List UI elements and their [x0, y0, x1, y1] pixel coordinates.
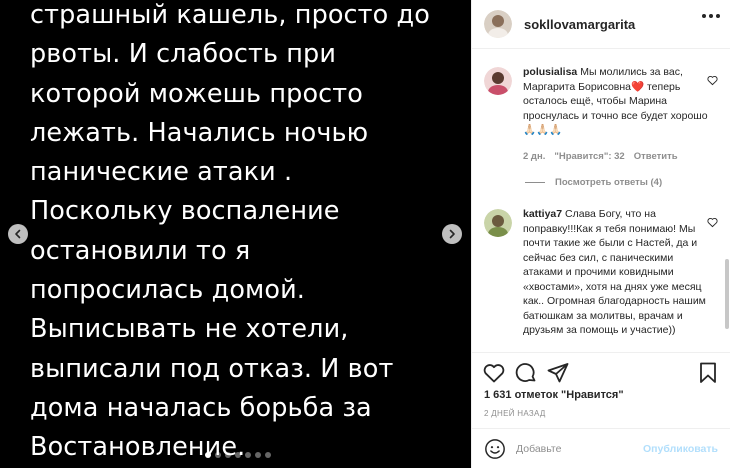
- comment-button[interactable]: [514, 361, 538, 385]
- carousel-dot: [225, 452, 231, 458]
- comment-likes[interactable]: "Нравится": 32: [554, 151, 624, 162]
- chevron-left-icon: [15, 229, 21, 239]
- avatar[interactable]: [484, 10, 512, 38]
- comment-meta: 2 дн. "Нравится": 32 Ответить: [523, 151, 678, 162]
- post-actions: 1 631 отметок "Нравится" 2 ДНЕЙ НАЗАД: [472, 352, 730, 428]
- view-replies-label: Посмотреть ответы (4): [555, 177, 663, 188]
- carousel-next-button[interactable]: [442, 224, 462, 244]
- comment-text: Слава Богу, что на поправку!!!Как я тебя…: [523, 208, 706, 336]
- carousel-dot: [245, 452, 251, 458]
- carousel-indicator: [205, 452, 271, 458]
- add-comment-bar: Опубликовать: [472, 428, 730, 468]
- comment-username[interactable]: polusialisa: [523, 66, 577, 78]
- post-image: страшный кашель, просто до рвоты. И слаб…: [0, 0, 471, 468]
- comment-input[interactable]: [516, 442, 656, 455]
- post-sidebar: sokllovamargarita polusialisa Мы молилис…: [471, 0, 730, 468]
- like-button[interactable]: [482, 361, 506, 385]
- carousel-prev-button[interactable]: [8, 224, 28, 244]
- carousel-dot: [255, 452, 261, 458]
- share-button[interactable]: [546, 361, 570, 385]
- carousel-dot: [235, 452, 241, 458]
- comment-icon: [515, 363, 536, 382]
- avatar[interactable]: [484, 67, 512, 95]
- post-author-username[interactable]: sokllovamargarita: [524, 17, 635, 32]
- post-timestamp: 2 ДНЕЙ НАЗАД: [484, 409, 546, 418]
- heart-icon: [483, 364, 505, 383]
- likes-count[interactable]: 1 631 отметок "Нравится": [484, 389, 624, 401]
- comment-body: polusialisa Мы молились за вас, Маргарит…: [523, 65, 711, 138]
- heart-icon[interactable]: [707, 75, 718, 86]
- post-image-text: страшный кашель, просто до рвоты. И слаб…: [30, 0, 430, 463]
- avatar[interactable]: [484, 209, 512, 237]
- divider: [525, 182, 545, 183]
- scrollbar[interactable]: [725, 259, 729, 329]
- comment: polusialisa Мы молились за вас, Маргарит…: [484, 65, 718, 138]
- comment: kattiya7 Слава Богу, что на поправку!!!К…: [484, 207, 718, 338]
- comment-time: 2 дн.: [523, 151, 546, 162]
- view-replies-button[interactable]: Посмотреть ответы (4): [525, 177, 662, 188]
- comment-body: kattiya7 Слава Богу, что на поправку!!!К…: [523, 207, 711, 338]
- reply-button[interactable]: Ответить: [634, 151, 678, 162]
- carousel-dot: [205, 452, 211, 458]
- comment-username[interactable]: kattiya7: [523, 208, 562, 220]
- emoji-icon[interactable]: [484, 438, 506, 460]
- bookmark-icon: [700, 362, 716, 383]
- publish-button[interactable]: Опубликовать: [643, 443, 718, 455]
- paper-plane-icon: [547, 363, 569, 383]
- save-button[interactable]: [696, 361, 720, 385]
- more-options-button[interactable]: [702, 14, 720, 18]
- carousel-dot: [265, 452, 271, 458]
- carousel-dot: [215, 452, 221, 458]
- comments-list: polusialisa Мы молились за вас, Маргарит…: [472, 49, 730, 352]
- heart-icon[interactable]: [707, 217, 718, 228]
- chevron-right-icon: [449, 229, 455, 239]
- post-header: sokllovamargarita: [472, 0, 730, 49]
